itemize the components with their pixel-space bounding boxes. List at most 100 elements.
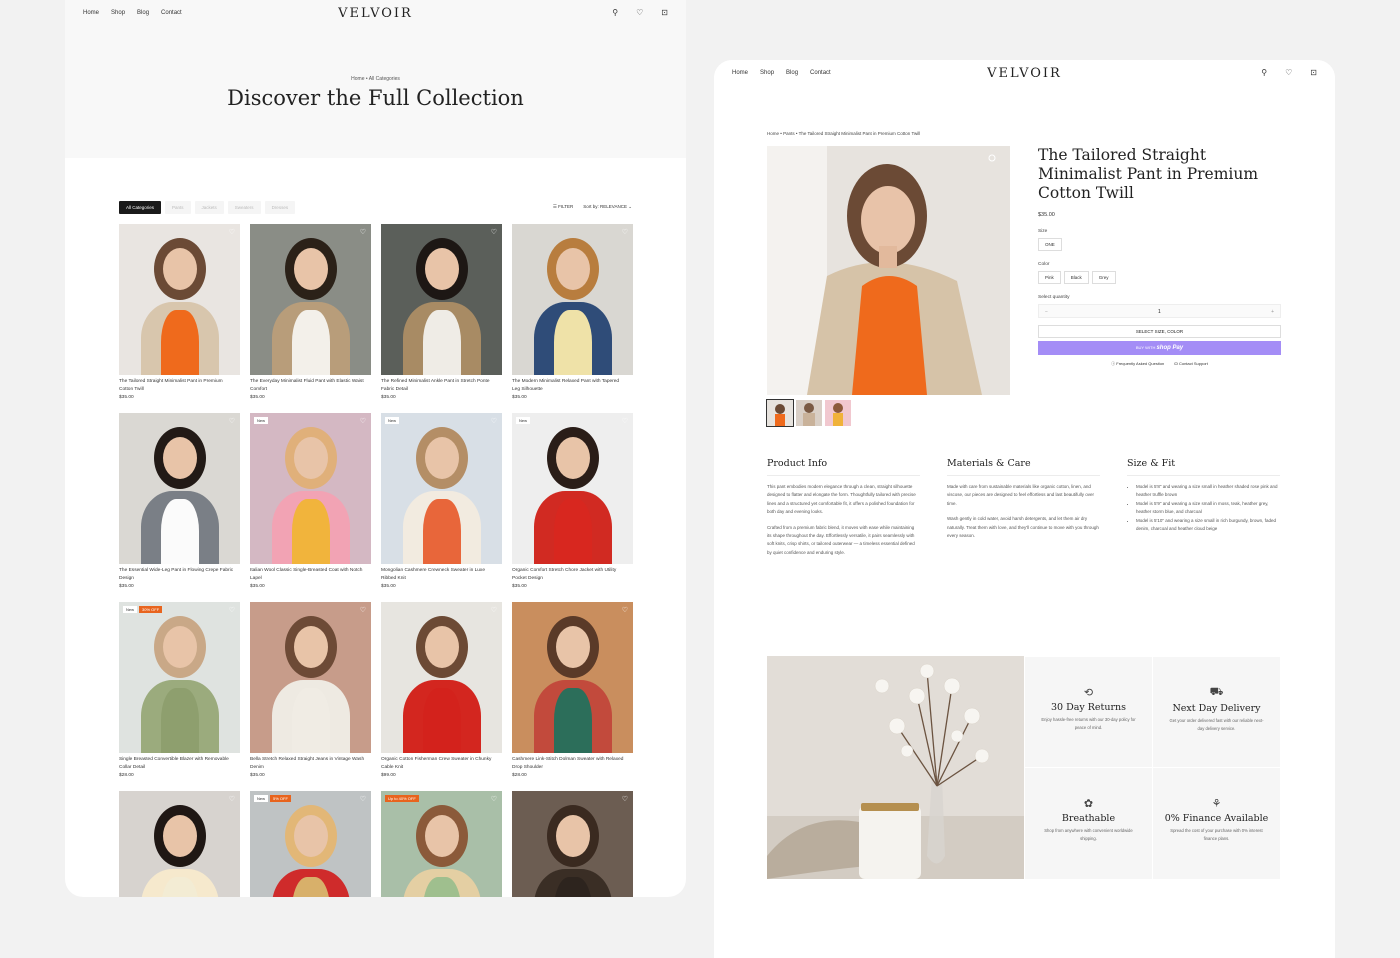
wishlist-heart-icon[interactable]: ♡ <box>491 417 497 425</box>
search-icon[interactable]: ⚲ <box>612 8 618 17</box>
wishlist-heart-icon[interactable]: ♡ <box>491 606 497 614</box>
faq-link[interactable]: ⓘ Frequently Asked Question <box>1111 361 1164 367</box>
product-image[interactable]: ♡ New <box>250 413 371 564</box>
sort-dropdown[interactable]: Sort by: RELEVANCE ⌄ <box>583 204 632 210</box>
color-option-grey[interactable]: Grey <box>1091 271 1116 284</box>
select-options-button[interactable]: SELECT SIZE, COLOR <box>1038 325 1281 338</box>
product-card[interactable]: ♡ Organic Cotton Fisherman Crew Sweater i… <box>381 602 502 791</box>
wishlist-heart-icon[interactable]: ♡ <box>622 417 628 425</box>
thumbnail-1[interactable] <box>766 399 794 427</box>
thumbnail-3[interactable] <box>825 400 851 426</box>
product-image[interactable]: ♡ <box>250 602 371 753</box>
product-image[interactable]: ♡ <box>250 224 371 375</box>
product-card[interactable]: ♡ <box>512 791 633 897</box>
filter-button[interactable]: ☰ FILTER <box>553 204 573 210</box>
wishlist-heart-icon[interactable]: ♡ <box>622 228 628 236</box>
product-name[interactable]: Mongolian Cashmere Crewneck Sweater in L… <box>381 567 502 583</box>
product-image[interactable]: ♡ <box>512 602 633 753</box>
breadcrumb[interactable]: Home • All Categories <box>65 76 686 82</box>
product-card[interactable]: ♡ The Modern Minimalist Relaxed Pant with… <box>512 224 633 413</box>
product-card[interactable]: ♡ The Tailored Straight Minimalist Pant i… <box>119 224 240 413</box>
heart-icon[interactable]: ♡ <box>1285 68 1292 77</box>
product-main-image[interactable] <box>767 146 1010 395</box>
product-image[interactable]: ♡ New <box>381 413 502 564</box>
product-name[interactable]: Organic Comfort Stretch Chore Jacket wit… <box>512 567 633 583</box>
product-card[interactable]: ♡ <box>119 791 240 897</box>
wishlist-heart-icon[interactable]: ♡ <box>229 606 235 614</box>
product-card[interactable]: ♡ Cashmere Link-Stitch Dolman Sweater wit… <box>512 602 633 791</box>
brand-logo[interactable]: VELVOIR <box>65 6 686 21</box>
product-name[interactable]: Organic Cotton Fisherman Crew Sweater in… <box>381 756 502 772</box>
product-card[interactable]: ♡ The Everyday Minimalist Fluid Pant with… <box>250 224 371 413</box>
decrease-button[interactable]: − <box>1045 309 1048 315</box>
product-image[interactable]: ♡ <box>119 224 240 375</box>
wishlist-heart-icon[interactable]: ♡ <box>360 606 366 614</box>
thumbnail-2[interactable] <box>796 400 822 426</box>
product-name[interactable]: The Essential Wide-Leg Pant in Flowing C… <box>119 567 240 583</box>
wishlist-heart-icon[interactable]: ♡ <box>360 417 366 425</box>
color-option-pink[interactable]: Pink <box>1038 271 1061 284</box>
product-name[interactable]: Italian Wool Classic Single-Breasted Coa… <box>250 567 371 583</box>
support-link[interactable]: ☊ Contact Support <box>1174 361 1208 367</box>
product-header: Home Shop Blog Contact VELVOIR ⚲ ♡ ⊡ <box>714 60 1335 88</box>
product-name[interactable]: Single Breasted Convertible Blazer with … <box>119 756 240 772</box>
sale-badge: 30% OFF <box>139 606 163 613</box>
product-image[interactable]: ♡ <box>381 224 502 375</box>
wishlist-heart-icon[interactable]: ♡ <box>229 228 235 236</box>
product-card[interactable]: ♡ New 5% OFF <box>250 791 371 897</box>
product-image[interactable]: ♡ <box>119 791 240 897</box>
product-card[interactable]: ♡ Bella Stretch Relaxed Straight Jeans in… <box>250 602 371 791</box>
cart-icon[interactable]: ⊡ <box>661 8 668 17</box>
product-name[interactable]: The Tailored Straight Minimalist Pant in… <box>119 378 240 394</box>
breadcrumb[interactable]: Home • Pants • The Tailored Straight Min… <box>767 131 920 136</box>
product-card[interactable]: ♡ Up to 40% OFF <box>381 791 502 897</box>
brand-logo[interactable]: VELVOIR <box>714 66 1335 81</box>
product-image[interactable]: ♡ <box>512 224 633 375</box>
wishlist-heart-icon[interactable]: ♡ <box>622 606 628 614</box>
product-card[interactable]: ♡ The Essential Wide-Leg Pant in Flowing … <box>119 413 240 602</box>
product-image[interactable]: ♡ Up to 40% OFF <box>381 791 502 897</box>
heart-icon[interactable]: ♡ <box>636 8 643 17</box>
tab-pants[interactable]: Pants <box>165 201 191 214</box>
tab-dresses[interactable]: Dresses <box>264 201 296 214</box>
product-image[interactable]: ♡ New 5% OFF <box>250 791 371 897</box>
product-price: $35.00 <box>381 584 396 589</box>
product-name[interactable]: The Refined Minimalist Ankle Pant in Str… <box>381 378 502 394</box>
wishlist-heart-icon[interactable]: ♡ <box>360 795 366 803</box>
product-name[interactable]: Bella Stretch Relaxed Straight Jeans in … <box>250 756 371 772</box>
product-name[interactable]: The Everyday Minimalist Fluid Pant with … <box>250 378 371 394</box>
tab-jackets[interactable]: Jackets <box>194 201 224 214</box>
leaf-icon: ✿ <box>1083 798 1094 810</box>
wishlist-heart-icon[interactable]: ♡ <box>229 795 235 803</box>
faq-label: Frequently Asked Question <box>1116 361 1165 366</box>
product-image[interactable]: ♡ New <box>512 413 633 564</box>
increase-button[interactable]: + <box>1271 309 1274 315</box>
product-name[interactable]: Cashmere Link-Stitch Dolman Sweater with… <box>512 756 633 772</box>
product-image[interactable]: ♡ <box>381 602 502 753</box>
search-icon[interactable]: ⚲ <box>1261 68 1267 77</box>
wishlist-heart-icon[interactable]: ♡ <box>491 228 497 236</box>
color-option-black[interactable]: Black <box>1063 271 1089 284</box>
product-card[interactable]: ♡ New Mongolian Cashmere Crewneck Sweater … <box>381 413 502 602</box>
product-name[interactable]: The Modern Minimalist Relaxed Pant with … <box>512 378 633 394</box>
product-card[interactable]: ♡ The Refined Minimalist Ankle Pant in St… <box>381 224 502 413</box>
wishlist-heart-icon[interactable]: ♡ <box>229 417 235 425</box>
product-image[interactable]: ♡ <box>119 413 240 564</box>
tab-all-categories[interactable]: All Categories <box>119 201 162 214</box>
shop-pay-button[interactable]: BUY WITH shop Pay <box>1038 341 1281 355</box>
quantity-label: Select quantity <box>1038 295 1070 300</box>
product-card[interactable]: ♡ New Organic Comfort Stretch Chore Jacket… <box>512 413 633 602</box>
product-card[interactable]: ♡ New 30% OFF Single Breasted Convertible B… <box>119 602 240 791</box>
product-image[interactable]: ♡ New 30% OFF <box>119 602 240 753</box>
product-image[interactable]: ♡ <box>512 791 633 897</box>
wishlist-heart-icon[interactable]: ♡ <box>622 795 628 803</box>
cart-icon[interactable]: ⊡ <box>1310 68 1317 77</box>
quantity-value[interactable]: 1 <box>1158 309 1161 315</box>
wishlist-heart-icon[interactable]: ♡ <box>491 795 497 803</box>
tab-sweaters[interactable]: Sweaters <box>227 201 261 214</box>
returns-icon: ⟲ <box>1083 687 1094 699</box>
size-option-one[interactable]: ONE <box>1038 238 1062 251</box>
product-card[interactable]: ♡ New Italian Wool Classic Single-Breasted… <box>250 413 371 602</box>
wishlist-heart-icon[interactable]: ♡ <box>360 228 366 236</box>
feature-returns: ⟲ 30 Day Returns Enjoy hassle-free retur… <box>1024 656 1152 767</box>
